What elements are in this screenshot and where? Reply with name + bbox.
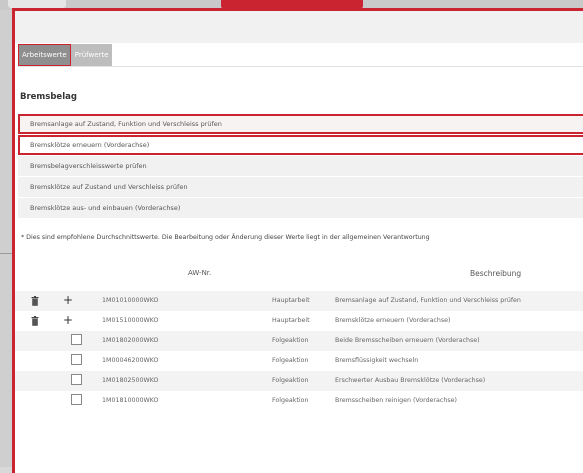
aw-number: 1M01510000WKO — [102, 317, 159, 324]
work-option-item[interactable]: Bremsklötze auf Zustand und Verschleiss … — [18, 177, 583, 197]
aw-number: 1M01802500WKO — [102, 377, 159, 384]
table-row: 1M00046200WKO Folgeaktion Bremsflüssigke… — [15, 351, 583, 371]
tab-arbeitswerte[interactable]: Arbeitswerte — [18, 44, 71, 66]
row-description: Bremsscheiben reinigen (Vorderachse) — [335, 397, 457, 404]
section-title: Bremsbelag — [20, 92, 77, 102]
aw-number: 1M00046200WKO — [102, 357, 159, 364]
action-type: Folgeaktion — [272, 377, 309, 384]
dialog-header — [15, 11, 583, 43]
trash-icon[interactable] — [31, 296, 39, 306]
row-checkbox[interactable] — [71, 394, 82, 405]
work-option-item[interactable]: Bremsanlage auf Zustand, Funktion und Ve… — [18, 114, 583, 134]
action-type: Folgeaktion — [272, 397, 309, 404]
row-description: Bremsanlage auf Zustand, Funktion und Ve… — [335, 297, 521, 304]
work-option-list: Bremsanlage auf Zustand, Funktion und Ve… — [18, 114, 583, 219]
work-option-item[interactable]: Bremsbelagverschleisswerte prüfen — [18, 156, 583, 176]
table-row: + 1M01510000WKO Hauptarbeit Bremsklötze … — [15, 311, 583, 331]
row-description: Bremsflüssigkeit wechseln — [335, 357, 419, 364]
row-checkbox[interactable] — [71, 354, 82, 365]
column-header-description: Beschreibung — [470, 269, 522, 278]
table-row: 1M01810000WKO Folgeaktion Bremsscheiben … — [15, 391, 583, 411]
add-icon[interactable]: + — [63, 314, 73, 326]
tab-bar: Arbeitswerte Prüfwerte — [18, 44, 113, 66]
trash-icon[interactable] — [31, 316, 39, 326]
row-checkbox[interactable] — [71, 334, 82, 345]
row-checkbox[interactable] — [71, 374, 82, 385]
background-divider — [0, 253, 12, 254]
background-tab — [8, 0, 66, 8]
background-window-left — [0, 10, 12, 467]
action-type: Folgeaktion — [272, 337, 309, 344]
tab-pruefwerte[interactable]: Prüfwerte — [70, 44, 113, 66]
work-values-dialog: Arbeitswerte Prüfwerte Bremsbelag Bremsa… — [12, 8, 583, 473]
aw-number: 1M01010000WKO — [102, 297, 159, 304]
work-option-item[interactable]: Bremsklötze aus- und einbauen (Vorderach… — [18, 198, 583, 218]
table-row: 1M01802000WKO Folgeaktion Beide Bremssch… — [15, 331, 583, 351]
action-type: Hauptarbeit — [272, 317, 310, 324]
aw-number: 1M01810000WKO — [102, 397, 159, 404]
aw-number: 1M01802000WKO — [102, 337, 159, 344]
row-description: Beide Bremsscheiben erneuern (Vorderachs… — [335, 337, 480, 344]
work-values-table: + 1M01010000WKO Hauptarbeit Bremsanlage … — [15, 291, 583, 411]
action-type: Hauptarbeit — [272, 297, 310, 304]
column-header-aw: AW-Nr. — [188, 269, 212, 277]
action-type: Folgeaktion — [272, 357, 309, 364]
work-option-item[interactable]: Bremsklötze erneuern (Vorderachse) — [18, 135, 583, 155]
add-icon[interactable]: + — [63, 294, 73, 306]
table-row: + 1M01010000WKO Hauptarbeit Bremsanlage … — [15, 291, 583, 311]
table-row: 1M01802500WKO Folgeaktion Erschwerter Au… — [15, 371, 583, 391]
row-description: Bremsklötze erneuern (Vorderachse) — [335, 317, 451, 324]
disclaimer-note: * Dies sind empfohlene Durchschnittswert… — [21, 234, 430, 241]
row-description: Erschwerter Ausbau Bremsklötze (Vorderac… — [335, 377, 486, 384]
tab-divider — [18, 66, 583, 67]
